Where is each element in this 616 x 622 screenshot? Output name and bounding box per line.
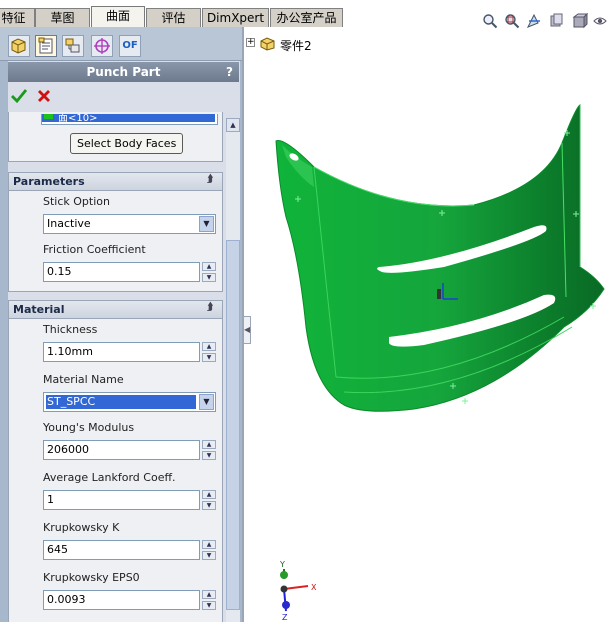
collapse-chevron-icon[interactable]: ⮭ [207, 303, 218, 314]
spin-up-icon[interactable]: ▲ [202, 440, 216, 449]
configuration-manager-tab[interactable] [62, 35, 84, 57]
tab-dimxpert[interactable]: DimXpert [202, 8, 269, 27]
tab-label: 办公室产品 [276, 11, 337, 25]
input-value: 1.10mm [47, 345, 93, 358]
tab-label: 评估 [161, 11, 186, 25]
model-viewport[interactable]: Y X Z [244, 27, 616, 622]
panel-scrollbar[interactable]: ▲ [226, 118, 240, 622]
list-item[interactable]: 面<10> [42, 114, 215, 124]
select-body-faces-button[interactable]: Select Body Faces [70, 133, 184, 154]
tab-features[interactable]: 特征 [0, 8, 35, 27]
axis-z-label: Z [282, 613, 288, 622]
axis-x-label: X [311, 583, 317, 592]
tab-label: 草图 [50, 11, 75, 25]
thickness-input[interactable]: 1.10mm [43, 342, 200, 362]
section-title: Parameters [13, 175, 85, 188]
section-title: Material [13, 303, 65, 316]
krupkowsky-k-spinner[interactable]: ▲ ▼ [202, 540, 216, 560]
krupkowsky-eps0-spinner[interactable]: ▲ ▼ [202, 590, 216, 610]
chevron-down-icon[interactable]: ▼ [199, 394, 214, 410]
spin-down-icon[interactable]: ▼ [202, 353, 216, 362]
parameters-section: Parameters ⮭ Stick Option Inactive ▼ Fri… [8, 172, 223, 292]
property-manager-tab[interactable] [35, 35, 57, 57]
input-value: 645 [47, 543, 68, 556]
parameters-header[interactable]: Parameters ⮭ [9, 173, 222, 191]
tab-label: DimXpert [206, 11, 265, 25]
spin-down-icon[interactable]: ▼ [202, 501, 216, 510]
configuration-icon [65, 38, 80, 53]
target-icon [94, 38, 110, 54]
spin-up-icon[interactable]: ▲ [202, 262, 216, 271]
material-header[interactable]: Material ⮭ [9, 301, 222, 319]
lankford-input[interactable]: 1 [43, 490, 200, 510]
chevron-down-icon[interactable]: ▼ [199, 216, 214, 232]
youngs-modulus-label: Young's Modulus [43, 421, 135, 434]
spin-up-icon[interactable]: ▲ [202, 540, 216, 549]
material-section: Material ⮭ Thickness 1.10mm ▲ ▼ Material … [8, 300, 223, 622]
tab-evaluate[interactable]: 评估 [146, 8, 201, 27]
action-row [8, 84, 239, 112]
lankford-spinner[interactable]: ▲ ▼ [202, 490, 216, 510]
tab-surfaces[interactable]: 曲面 [91, 6, 145, 28]
krupkowsky-k-label: Krupkowsky K [43, 521, 120, 534]
punch-part-model[interactable] [275, 104, 605, 412]
feature-manager-tab[interactable] [8, 35, 30, 57]
input-value: 0.0093 [47, 593, 86, 606]
oneform-label: OF [122, 40, 138, 51]
spin-up-icon[interactable]: ▲ [202, 590, 216, 599]
tab-label: 特征 [1, 11, 26, 25]
spin-up-icon[interactable]: ▲ [202, 342, 216, 351]
thickness-spinner[interactable]: ▲ ▼ [202, 342, 216, 362]
panel-title: Punch Part [86, 65, 161, 79]
collapse-chevron-icon[interactable]: ⮭ [207, 175, 218, 186]
feature-tree-icon [11, 38, 26, 54]
stick-option-select[interactable]: Inactive ▼ [43, 214, 216, 234]
krupkowsky-eps0-label: Krupkowsky EPS0 [43, 571, 140, 584]
panel-title-bar: Punch Part ? [8, 62, 239, 82]
faces-selection-list[interactable]: 面<10> [41, 114, 218, 125]
friction-label: Friction Coefficient [43, 243, 146, 256]
spin-down-icon[interactable]: ▼ [202, 451, 216, 460]
tab-label: 曲面 [105, 9, 130, 23]
youngs-modulus-input[interactable]: 206000 [43, 440, 200, 460]
material-name-label: Material Name [43, 373, 124, 386]
cancel-x-icon[interactable] [36, 88, 52, 104]
thickness-label: Thickness [43, 323, 98, 336]
collapse-panel-icon[interactable]: ◀ [243, 316, 251, 344]
youngs-spinner[interactable]: ▲ ▼ [202, 440, 216, 460]
property-manager-panel: OF Punch Part ? 面<10> Select Body Faces … [0, 27, 243, 622]
input-value: 1 [47, 493, 54, 506]
property-sheet-icon [38, 37, 53, 54]
friction-spinner[interactable]: ▲ ▼ [202, 262, 216, 282]
material-name-select[interactable]: ST_SPCC ▼ [43, 392, 216, 412]
faces-section: 面<10> Select Body Faces [8, 112, 223, 162]
manager-toolbar: OF [0, 27, 243, 61]
scroll-thumb[interactable] [226, 240, 240, 610]
krupkowsky-eps0-input[interactable]: 0.0093 [43, 590, 200, 610]
triad-axes: Y X Z [279, 560, 317, 622]
lankford-label: Average Lankford Coeff. [43, 471, 176, 484]
tab-sketch[interactable]: 草图 [35, 8, 90, 27]
friction-input[interactable]: 0.15 [43, 262, 200, 282]
select-value: ST_SPCC [47, 395, 96, 408]
ok-check-icon[interactable] [10, 87, 28, 105]
krupkowsky-k-input[interactable]: 645 [43, 540, 200, 560]
scroll-up-icon[interactable]: ▲ [226, 118, 240, 132]
face-swatch-icon [44, 114, 53, 119]
dimxpert-manager-tab[interactable] [91, 35, 113, 57]
oneform-tab[interactable]: OF [119, 35, 141, 57]
spin-down-icon[interactable]: ▼ [202, 551, 216, 560]
tab-office-products[interactable]: 办公室产品 [270, 8, 343, 27]
stick-option-label: Stick Option [43, 195, 110, 208]
input-value: 206000 [47, 443, 89, 456]
select-value: Inactive [47, 217, 91, 230]
spin-down-icon[interactable]: ▼ [202, 601, 216, 610]
spin-down-icon[interactable]: ▼ [202, 273, 216, 282]
help-icon[interactable]: ? [226, 62, 233, 82]
axis-y-label: Y [279, 560, 285, 569]
face-item-label: 面<10> [58, 114, 98, 124]
input-value: 0.15 [47, 265, 72, 278]
spin-up-icon[interactable]: ▲ [202, 490, 216, 499]
